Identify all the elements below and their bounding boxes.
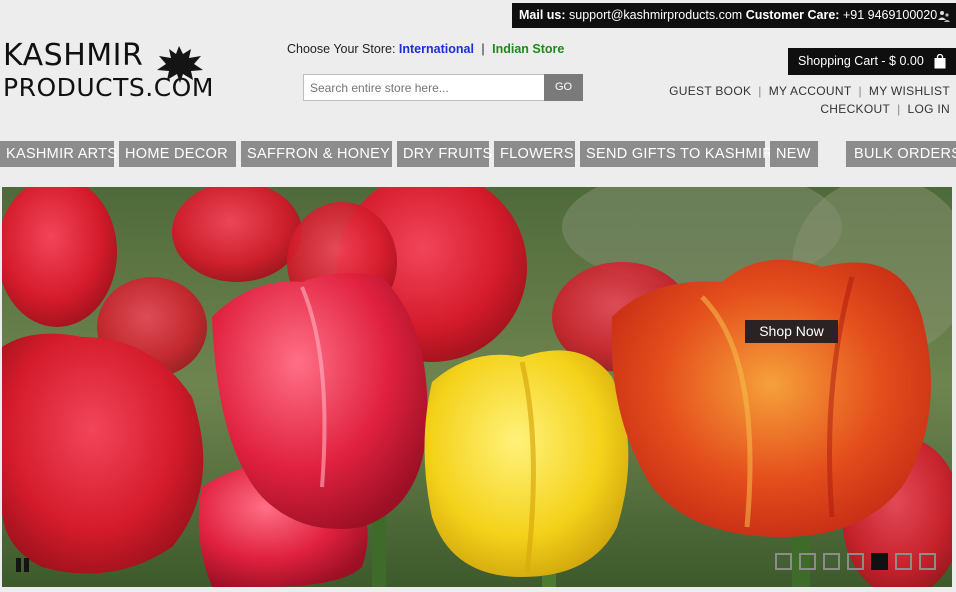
my-account-link[interactable]: MY ACCOUNT (769, 84, 852, 98)
nav-new[interactable]: NEW (770, 141, 818, 167)
chinar-leaf-icon (157, 46, 203, 83)
link-separator: | (897, 102, 901, 116)
store-separator: | (481, 42, 485, 56)
guest-book-link[interactable]: GUEST BOOK (669, 84, 751, 98)
slide-dot[interactable] (919, 553, 936, 570)
shop-now-button[interactable]: Shop Now (745, 320, 838, 343)
logo-line-1: KASHMIR (3, 38, 144, 73)
slide-dot[interactable] (799, 553, 816, 570)
cart-label: Shopping Cart - $ 0.00 (798, 54, 924, 68)
nav-bulk-orders[interactable]: BULK ORDERS (846, 141, 956, 167)
nav-saffron-honey[interactable]: SAFFRON & HONEY (241, 141, 392, 167)
search-go-button[interactable]: GO (544, 74, 583, 101)
account-links-row-2: CHECKOUT | LOG IN (820, 102, 950, 116)
store-label: Choose Your Store: (287, 42, 396, 56)
nav-dry-fruits[interactable]: DRY FRUITS (397, 141, 492, 167)
nav-home-decor[interactable]: HOME DECOR (119, 141, 236, 167)
nav-kashmir-arts[interactable]: KASHMIR ARTS (0, 141, 117, 167)
search-input[interactable] (303, 74, 545, 101)
indian-store-link[interactable]: Indian Store (492, 42, 564, 56)
slide-dot[interactable] (823, 553, 840, 570)
link-separator: | (758, 84, 762, 98)
contact-bar: Mail us: support@kashmirproducts.com Cus… (512, 3, 956, 28)
tulip-photo (2, 187, 952, 587)
shopping-cart-button[interactable]: Shopping Cart - $ 0.00 (788, 48, 956, 75)
nav-flowers[interactable]: FLOWERS (494, 141, 575, 167)
site-logo[interactable]: KASHMIR PRODUCTS.COM (3, 40, 213, 102)
link-separator: | (858, 84, 862, 98)
care-phone: +91 9469100020 (842, 8, 938, 22)
account-links-row-1: GUEST BOOK | MY ACCOUNT | MY WISHLIST (669, 84, 950, 98)
care-label: Customer Care: (745, 8, 840, 22)
contact-icon (938, 11, 950, 22)
hero-banner[interactable] (2, 187, 952, 587)
checkout-link[interactable]: CHECKOUT (820, 102, 890, 116)
mail-address[interactable]: support@kashmirproducts.com (569, 8, 742, 22)
pause-icon[interactable] (15, 557, 31, 573)
main-nav: KASHMIR ARTS HOME DECOR SAFFRON & HONEY … (0, 141, 956, 167)
mail-label: Mail us: (519, 8, 566, 22)
shopping-bag-icon (934, 54, 946, 69)
international-store-link[interactable]: International (399, 42, 474, 56)
log-in-link[interactable]: LOG IN (908, 102, 950, 116)
slide-dot[interactable] (775, 553, 792, 570)
slide-dot[interactable] (895, 553, 912, 570)
my-wishlist-link[interactable]: MY WISHLIST (869, 84, 950, 98)
slide-dot[interactable] (847, 553, 864, 570)
nav-send-gifts[interactable]: SEND GIFTS TO KASHMIR (580, 141, 773, 167)
slide-dot[interactable] (871, 553, 888, 570)
store-chooser: Choose Your Store: International | India… (287, 42, 564, 56)
